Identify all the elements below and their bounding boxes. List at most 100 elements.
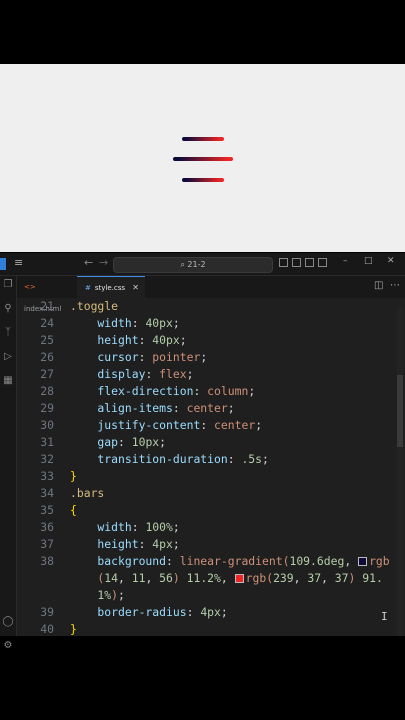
more-actions-icon[interactable]: ⋯ (390, 280, 400, 291)
toggle-primary-sidebar-icon[interactable] (279, 258, 288, 267)
code-token: pointer (152, 350, 201, 364)
code-line[interactable]: 28 flex-direction: column; (16, 383, 398, 400)
code-token: : (131, 316, 146, 330)
extensions-icon[interactable]: ▦ (2, 375, 14, 386)
line-number: 28 (40, 384, 54, 398)
editor-tab-bar: <>index.html # style.css ✕ ◫ ⋯ (0, 276, 405, 313)
code-line[interactable]: 31 gap: 10px; (16, 434, 398, 451)
color-swatch[interactable] (358, 557, 368, 566)
code-line[interactable]: 33} (16, 468, 398, 485)
code-text: gap: 10px; (70, 434, 166, 451)
code-line[interactable]: 24 width: 40px; (16, 315, 398, 332)
toggle-secondary-sidebar-icon[interactable] (305, 258, 314, 267)
code-text: cursor: pointer; (70, 349, 207, 366)
code-line[interactable]: 30 justify-content: center; (16, 417, 398, 434)
code-token: width (70, 520, 132, 534)
code-token: } (70, 622, 77, 636)
code-token: : (166, 554, 180, 568)
code-token: align-items (70, 401, 173, 415)
code-token: , (220, 571, 235, 585)
color-swatch[interactable] (234, 574, 244, 583)
code-text: background: linear-gradient(109.6deg, rg… (70, 553, 390, 570)
command-search-box[interactable]: ⌕ 21-2 (113, 257, 273, 273)
code-token: ; (179, 333, 187, 347)
preview-pane (0, 64, 405, 252)
code-text: .bars (70, 485, 104, 502)
scrollbar-thumb[interactable] (397, 375, 403, 447)
line-number: 30 (40, 418, 54, 432)
tab-index-html[interactable]: <>index.html (16, 276, 77, 313)
code-token: 40px (145, 316, 173, 330)
code-line[interactable]: 27 display: flex; (16, 366, 398, 383)
close-window-icon[interactable]: ✕ (387, 256, 395, 266)
code-line[interactable]: 38 background: linear-gradient(109.6deg,… (16, 553, 398, 570)
code-line[interactable]: 25 height: 40px; (16, 332, 398, 349)
code-token: 14 (104, 571, 119, 585)
source-control-icon[interactable]: ᛉ (2, 327, 14, 338)
forward-arrow-icon[interactable]: → (99, 256, 108, 269)
code-token: , (118, 571, 132, 585)
code-token: flex-direction (70, 384, 194, 398)
code-line[interactable]: 29 align-items: center; (16, 400, 398, 417)
run-debug-icon[interactable]: ▷ (2, 351, 14, 362)
maximize-icon[interactable]: □ (364, 256, 373, 266)
split-editor-icon[interactable]: ◫ (374, 280, 383, 291)
code-line[interactable]: 1%); (16, 587, 398, 604)
code-token: .5s (241, 452, 263, 466)
code-token: 91. (362, 571, 383, 585)
explorer-icon[interactable]: ❐ (2, 279, 14, 290)
code-token: ; (255, 418, 263, 432)
code-token: : (131, 520, 146, 534)
line-number: 40 (40, 622, 54, 636)
line-number: 36 (40, 520, 54, 534)
code-line[interactable]: 21 .toggle (16, 298, 398, 315)
code-line[interactable]: (14, 11, 56) 11.2%, rgb(239, 37, 37) 91. (16, 570, 398, 587)
code-line[interactable]: 26 cursor: pointer; (16, 349, 398, 366)
code-text: } (70, 621, 77, 636)
code-token: 11 (131, 571, 146, 585)
line-number: 39 (40, 605, 54, 619)
code-token: 37 (307, 571, 322, 585)
code-line[interactable]: 34 .bars (16, 485, 398, 502)
code-text: } (70, 468, 77, 485)
code-token: .bars (70, 486, 105, 500)
code-line[interactable]: 39 border-radius: 4px; (16, 604, 398, 621)
code-line[interactable]: 37 height: 4px; (16, 536, 398, 553)
code-token: : (172, 401, 187, 415)
code-line[interactable]: 35 { (16, 502, 398, 519)
search-icon[interactable]: ⚲ (2, 303, 14, 314)
customize-layout-icon[interactable] (318, 258, 327, 267)
code-token: flex (159, 367, 187, 381)
code-editor-window: ≡ ← → ⌕ 21-2 – □ ✕ <>index.html # style.c… (0, 253, 405, 651)
tab-label: style.css (94, 284, 126, 292)
code-token: ( (70, 571, 105, 585)
code-area[interactable]: 21 .toggle 24 width: 40px; 25 height: 40px;… (16, 298, 398, 636)
code-token: width (70, 316, 132, 330)
settings-gear-icon[interactable]: ⚙ (2, 640, 14, 651)
minimize-icon[interactable]: – (343, 256, 348, 266)
code-token: : (138, 333, 153, 347)
line-number: 38 (40, 554, 54, 568)
code-token: 10px (131, 435, 160, 449)
toggle-panel-icon[interactable] (292, 258, 301, 267)
code-token: 100% (145, 520, 173, 534)
back-arrow-icon[interactable]: ← (84, 256, 93, 269)
code-token: background (70, 554, 167, 568)
code-token: rgb (369, 554, 390, 568)
tab-style-css[interactable]: # style.css ✕ (77, 276, 145, 298)
line-number: 34 (40, 486, 54, 500)
code-line[interactable]: 32 transition-duration: .5s; (16, 451, 398, 468)
account-icon[interactable]: ◯ (2, 616, 14, 627)
code-line[interactable]: 40} (16, 621, 398, 636)
close-tab-icon[interactable]: ✕ (132, 277, 139, 299)
vertical-scrollbar[interactable] (397, 308, 403, 636)
code-token: , (293, 571, 308, 585)
menu-icon[interactable]: ≡ (14, 256, 23, 269)
line-number: 26 (40, 350, 54, 364)
line-number: 37 (40, 537, 54, 551)
code-text: transition-duration: .5s; (70, 451, 268, 468)
code-token: border-radius (70, 605, 187, 619)
code-line[interactable]: 36 width: 100%; (16, 519, 398, 536)
code-token: justify-content (70, 418, 201, 432)
code-text: 1%); (70, 587, 124, 604)
